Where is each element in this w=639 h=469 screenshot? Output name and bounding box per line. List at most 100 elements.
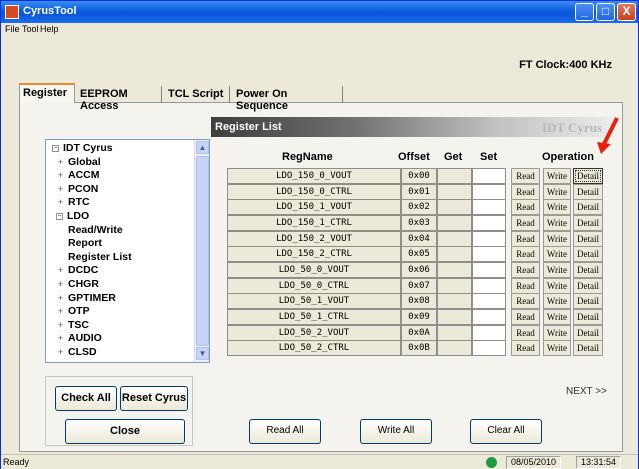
tree-item[interactable]: + DCDC	[56, 264, 98, 276]
scroll-thumb[interactable]	[196, 156, 209, 346]
tree-item[interactable]: Read/Write	[68, 224, 123, 236]
write-button[interactable]: Write	[543, 168, 571, 184]
tree-item[interactable]: + OTP	[56, 305, 90, 317]
read-button[interactable]: Read	[511, 183, 540, 200]
next-link[interactable]: NEXT >>	[566, 386, 607, 397]
tab-eeprom-access[interactable]: EEPROM Access	[77, 86, 162, 112]
read-button[interactable]: Read	[511, 246, 540, 263]
read-button[interactable]: Read	[511, 168, 540, 184]
set-input[interactable]	[472, 324, 506, 341]
read-button[interactable]: Read	[511, 230, 540, 247]
maximize-button[interactable]: □	[596, 3, 615, 21]
expand-icon[interactable]: +	[56, 278, 65, 289]
scroll-down-icon[interactable]: ▼	[196, 347, 209, 360]
minimize-button[interactable]: _	[575, 3, 594, 21]
menu-tool[interactable]: Tool	[22, 24, 39, 34]
tree-scrollbar[interactable]: ▲ ▼	[194, 140, 209, 362]
tree-item[interactable]: + ACCM	[56, 169, 100, 181]
title-bar[interactable]: CyrusTool _ □ X	[1, 1, 638, 23]
collapse-icon[interactable]: −	[52, 145, 59, 152]
tree-item[interactable]: Register List	[68, 251, 132, 263]
write-button[interactable]: Write	[543, 324, 571, 341]
write-button[interactable]: Write	[543, 340, 571, 357]
tree-item[interactable]: − IDT Cyrus	[52, 142, 113, 154]
clear-all-button[interactable]: Clear All	[470, 419, 542, 444]
menu-help[interactable]: Help	[40, 24, 59, 34]
tree-item[interactable]: Report	[68, 237, 102, 249]
reset-cyrus-button[interactable]: Reset Cyrus	[120, 386, 188, 411]
set-input[interactable]	[472, 308, 506, 325]
detail-button[interactable]: Detail	[573, 261, 603, 278]
detail-button[interactable]: Detail	[573, 199, 603, 216]
read-all-button[interactable]: Read All	[249, 419, 321, 444]
write-button[interactable]: Write	[543, 246, 571, 263]
write-button[interactable]: Write	[543, 261, 571, 278]
tab-register[interactable]: Register	[19, 83, 75, 103]
expand-icon[interactable]: +	[56, 305, 65, 316]
tab-power-on-sequence[interactable]: Power On Sequence	[233, 86, 343, 112]
tree-item[interactable]: + AUDIO	[56, 332, 102, 344]
expand-icon[interactable]: +	[56, 319, 65, 330]
detail-button[interactable]: Detail	[573, 277, 603, 294]
expand-icon[interactable]: +	[56, 183, 65, 194]
expand-icon[interactable]: +	[56, 264, 65, 275]
detail-button[interactable]: Detail	[573, 214, 603, 231]
tab-tcl-script[interactable]: TCL Script	[165, 86, 230, 103]
close-button[interactable]: Close	[65, 419, 185, 444]
detail-button[interactable]: Detail	[573, 308, 603, 325]
read-button[interactable]: Read	[511, 340, 540, 357]
detail-button[interactable]: Detail	[573, 246, 603, 263]
expand-icon[interactable]: +	[56, 292, 65, 303]
detail-button[interactable]: Detail	[573, 230, 603, 247]
read-button[interactable]: Read	[511, 308, 540, 325]
set-input[interactable]	[472, 168, 506, 184]
write-button[interactable]: Write	[543, 230, 571, 247]
tree-item[interactable]: − LDO	[56, 210, 89, 222]
scroll-up-icon[interactable]: ▲	[196, 141, 209, 154]
set-input[interactable]	[472, 277, 506, 294]
detail-button[interactable]: Detail	[573, 324, 603, 341]
read-button[interactable]: Read	[511, 261, 540, 278]
register-tree[interactable]: − IDT Cyrus + Global + ACCM + PCON + RTC − LDO Read/…	[45, 139, 210, 363]
set-input[interactable]	[472, 214, 506, 231]
expand-icon[interactable]: +	[56, 332, 65, 343]
set-input[interactable]	[472, 246, 506, 263]
tree-item[interactable]: + GPTIMER	[56, 292, 116, 304]
write-button[interactable]: Write	[543, 199, 571, 216]
detail-button[interactable]: Detail	[573, 183, 603, 200]
read-button[interactable]: Read	[511, 214, 540, 231]
tree-item[interactable]: + RTC	[56, 196, 90, 208]
set-input[interactable]	[472, 340, 506, 357]
set-input[interactable]	[472, 199, 506, 216]
menu-file[interactable]: File	[5, 24, 20, 34]
expand-icon[interactable]: +	[56, 169, 65, 180]
expand-icon[interactable]: +	[56, 196, 65, 207]
tree-item[interactable]: + PCON	[56, 183, 98, 195]
set-input[interactable]	[472, 183, 506, 200]
set-input[interactable]	[472, 293, 506, 310]
tree-item[interactable]: + CLSD	[56, 346, 97, 358]
write-button[interactable]: Write	[543, 293, 571, 310]
detail-button[interactable]: Detail	[573, 340, 603, 357]
read-button[interactable]: Read	[511, 199, 540, 216]
expand-icon[interactable]: +	[56, 346, 65, 357]
write-button[interactable]: Write	[543, 277, 571, 294]
read-button[interactable]: Read	[511, 293, 540, 310]
set-input[interactable]	[472, 261, 506, 278]
read-button[interactable]: Read	[511, 324, 540, 341]
write-all-button[interactable]: Write All	[360, 419, 432, 444]
set-input[interactable]	[472, 230, 506, 247]
write-button[interactable]: Write	[543, 308, 571, 325]
write-button[interactable]: Write	[543, 214, 571, 231]
tree-item[interactable]: + CHGR	[56, 278, 99, 290]
tree-item[interactable]: + TSC	[56, 319, 89, 331]
detail-button[interactable]: Detail	[573, 293, 603, 310]
tree-item[interactable]: + Global	[56, 156, 101, 168]
check-all-button[interactable]: Check All	[55, 386, 117, 411]
write-button[interactable]: Write	[543, 183, 571, 200]
collapse-icon[interactable]: −	[56, 213, 63, 220]
close-window-button[interactable]: X	[617, 3, 636, 21]
read-button[interactable]: Read	[511, 277, 540, 294]
detail-button[interactable]: Detail	[573, 168, 603, 184]
expand-icon[interactable]: +	[56, 156, 65, 167]
